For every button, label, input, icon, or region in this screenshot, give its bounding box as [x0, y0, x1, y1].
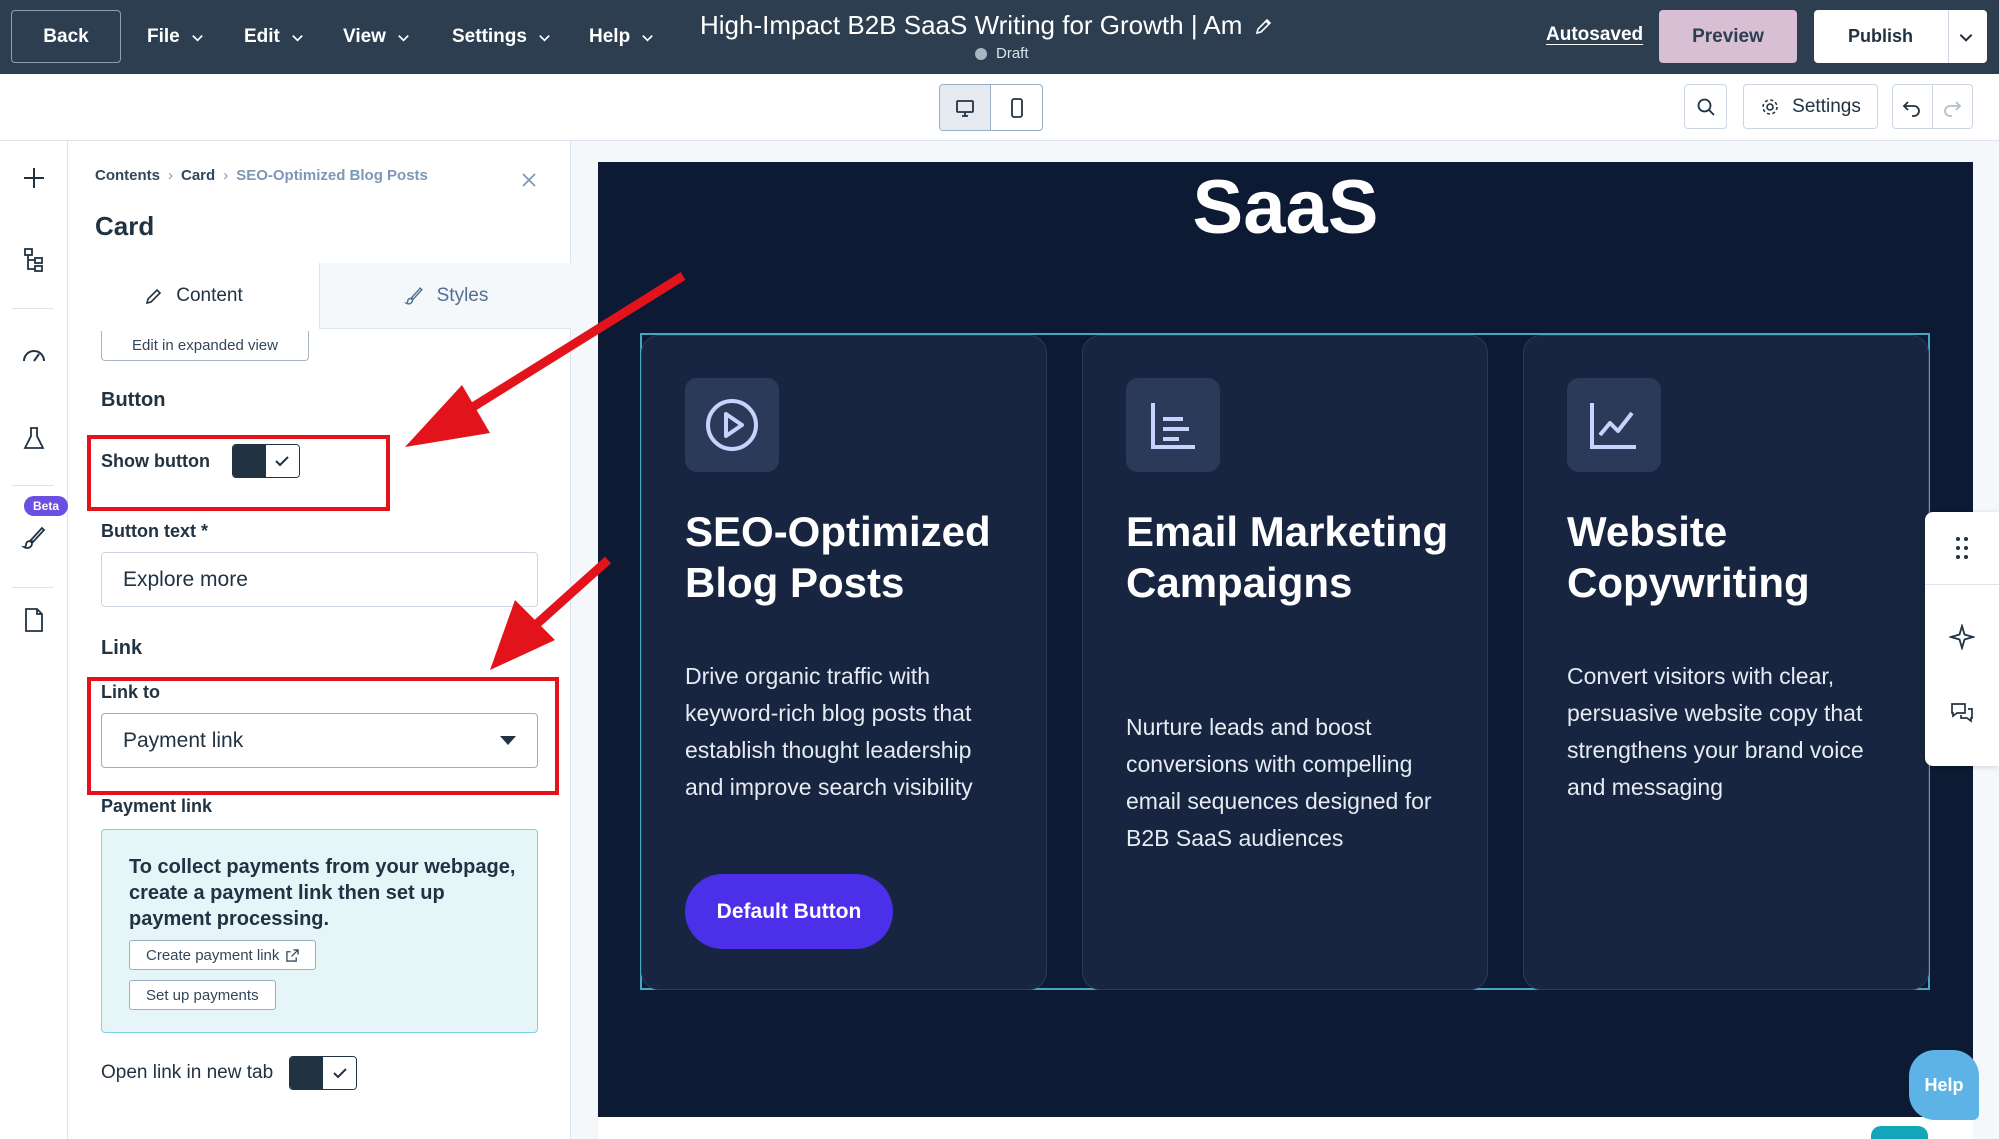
mobile-icon [1010, 97, 1023, 118]
highlight-box-show-button [87, 435, 390, 511]
chevron-down-icon[interactable] [1957, 28, 1975, 46]
list-lines-icon [1151, 403, 1195, 449]
gauge-icon[interactable] [20, 341, 48, 369]
highlight-box-link-to [87, 677, 559, 795]
service-card[interactable]: Email Marketing Campaigns Nurture leads … [1082, 335, 1488, 990]
card-description: Convert visitors with clear, persuasive … [1567, 663, 1864, 800]
redo-icon [1944, 100, 1962, 117]
brush-icon[interactable] [20, 524, 48, 552]
properties-panel: Contents › Card › SEO-Optimized Blog Pos… [68, 141, 571, 1139]
close-icon[interactable] [520, 171, 538, 189]
plus-icon[interactable] [20, 164, 48, 192]
check-icon [332, 1068, 347, 1079]
flask-icon[interactable] [20, 425, 48, 453]
help-button[interactable]: Help [1909, 1050, 1979, 1120]
chevron-down-icon [642, 34, 653, 42]
brush-icon [403, 286, 423, 305]
divider [12, 485, 54, 486]
setup-payments-button[interactable]: Set up payments [129, 980, 276, 1010]
menu-settings[interactable]: Settings [452, 0, 552, 74]
create-payment-link-button[interactable]: Create payment link [129, 940, 317, 970]
undo-icon [1902, 100, 1921, 117]
menu-file[interactable]: File [147, 0, 205, 74]
drag-handle-icon[interactable] [1949, 535, 1975, 561]
tab-content[interactable]: Content [68, 263, 319, 329]
breadcrumb-current: SEO-Optimized Blog Posts [236, 167, 428, 184]
button-text-label: Button text * [101, 521, 208, 541]
preview-button[interactable]: Preview [1659, 10, 1797, 63]
search-button[interactable] [1684, 84, 1727, 129]
top-bar: Back File Edit View Settings Help High-I… [0, 0, 1999, 74]
divider [12, 308, 54, 309]
breadcrumb-card[interactable]: Card [181, 167, 215, 184]
sparkle-icon[interactable] [1949, 624, 1975, 650]
panel-title: Card [95, 211, 155, 241]
desktop-icon [956, 99, 974, 117]
back-button[interactable]: Back [11, 10, 121, 63]
default-button[interactable]: Default Button [685, 874, 893, 949]
button-text-input[interactable]: Explore more [101, 552, 538, 607]
chevron-down-icon [539, 34, 550, 42]
floating-toolbar [1925, 512, 1999, 766]
menu-view[interactable]: View [343, 0, 411, 74]
chevron-down-icon [191, 34, 203, 42]
service-card[interactable]: SEO-Optimized Blog Posts Drive organic t… [641, 335, 1047, 990]
pencil-icon[interactable] [1254, 16, 1274, 36]
breadcrumb-contents[interactable]: Contents [95, 167, 160, 184]
card-description: Nurture leads and boost conversions with… [1126, 714, 1432, 851]
page-footer-strip [598, 1117, 1973, 1139]
page-icon[interactable] [20, 606, 48, 634]
autosaved-link[interactable]: Autosaved [1546, 24, 1643, 46]
line-chart-icon [1590, 403, 1636, 449]
card-title: Email Marketing Campaigns [1126, 508, 1449, 606]
accessibility-widget[interactable] [1871, 1126, 1928, 1139]
publish-button[interactable]: Publish [1814, 10, 1987, 63]
document-title[interactable]: High-Impact B2B SaaS Writing for Growth … [700, 10, 1274, 41]
link-section-heading: Link [101, 637, 143, 659]
redo-button[interactable] [1933, 85, 1973, 128]
left-rail: Beta [0, 141, 69, 1139]
pencil-icon [146, 288, 162, 305]
card-description: Drive organic traffic with keyword-rich … [685, 663, 973, 800]
menu-edit[interactable]: Edit [244, 0, 305, 74]
service-card[interactable]: Website Copywriting Convert visitors wit… [1523, 335, 1929, 990]
panel-tabs: Content Styles [68, 263, 571, 329]
play-circle-icon [706, 399, 758, 451]
search-icon [1697, 98, 1715, 116]
divider [12, 587, 54, 588]
undo-button[interactable] [1893, 85, 1933, 128]
settings-button[interactable]: Settings [1743, 84, 1878, 129]
chevron-down-icon [398, 34, 409, 42]
external-link-icon [286, 948, 300, 962]
status-dot [975, 47, 987, 60]
payment-info-box: To collect payments from your webpage, c… [101, 829, 538, 1033]
editor-toolbar: Settings [0, 74, 1999, 141]
card-title: SEO-Optimized Blog Posts [685, 508, 991, 606]
gear-icon [1762, 98, 1778, 115]
edit-expanded-view-button[interactable]: Edit in expanded view [101, 331, 309, 361]
draft-status: Draft [975, 45, 1029, 62]
page-preview: SaaS SEO-Optimized Blog Posts Drive orga… [598, 162, 1973, 1117]
open-new-tab-toggle[interactable] [289, 1056, 358, 1090]
chevron-down-icon [292, 34, 303, 42]
card-title: Website Copywriting [1567, 508, 1810, 606]
comments-icon[interactable] [1949, 700, 1975, 726]
breadcrumb: Contents › Card › SEO-Optimized Blog Pos… [95, 167, 428, 184]
beta-badge: Beta [24, 496, 69, 516]
menu-help[interactable]: Help [589, 0, 655, 74]
hero-title[interactable]: SaaS [598, 164, 1973, 251]
open-new-tab-row: Open link in new tab [101, 1056, 358, 1090]
payment-link-label: Payment link [101, 796, 213, 816]
payment-info-text: To collect payments from your webpage, c… [129, 856, 516, 930]
device-switcher [939, 84, 1043, 131]
tab-styles[interactable]: Styles [319, 263, 571, 329]
tree-icon[interactable] [20, 246, 48, 274]
undo-redo-group [1892, 84, 1973, 129]
mobile-view-button[interactable] [991, 85, 1042, 130]
desktop-view-button[interactable] [940, 85, 992, 130]
divider [1925, 584, 1999, 585]
button-section-heading: Button [101, 389, 166, 411]
divider [1948, 10, 1949, 63]
